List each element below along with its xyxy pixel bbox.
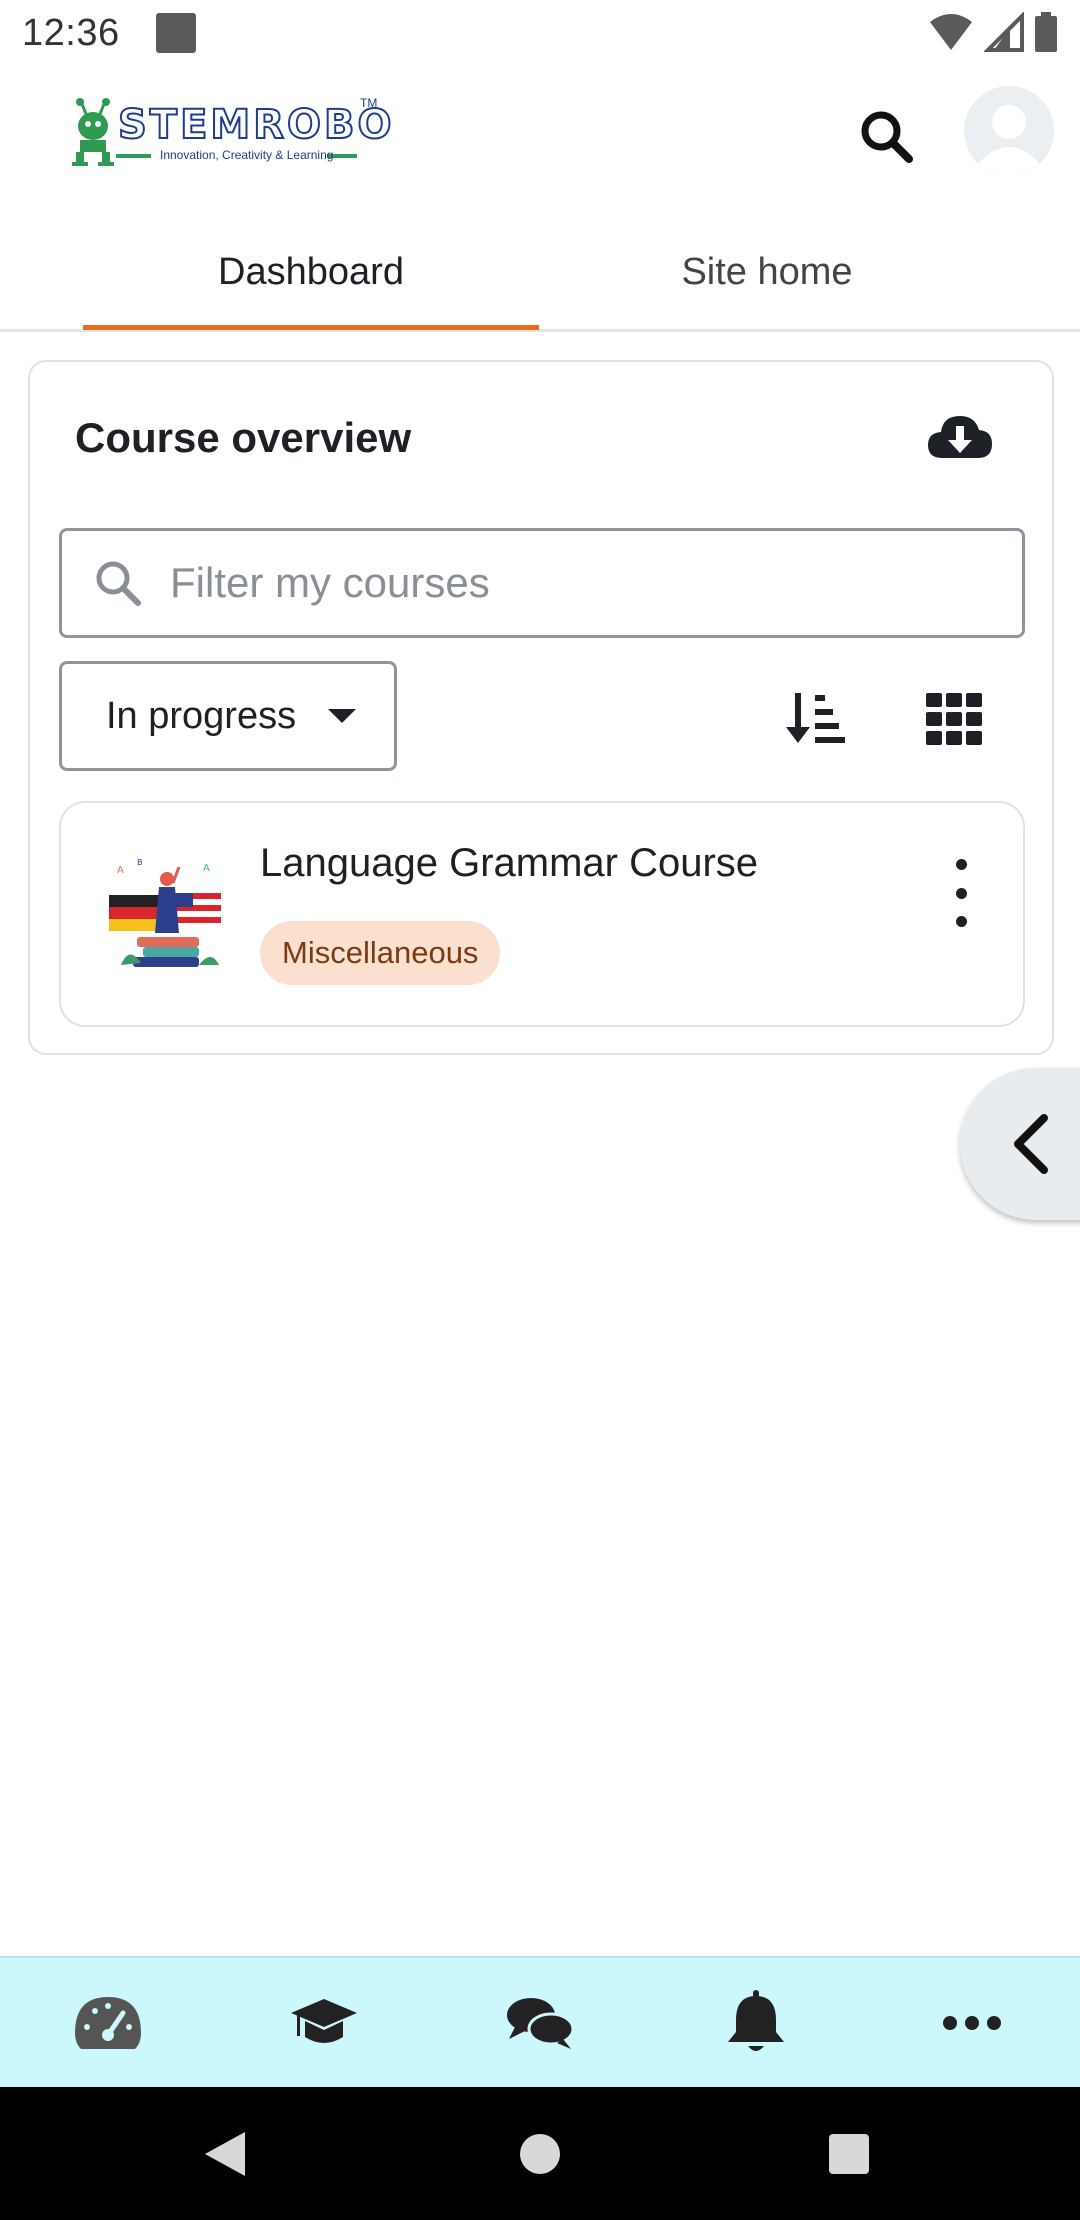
nav-more[interactable] <box>864 1958 1080 2087</box>
course-name[interactable]: Language Grammar Course <box>260 841 758 886</box>
notification-square-icon <box>155 13 196 53</box>
status-icons <box>928 12 1058 52</box>
comments-icon <box>507 1997 575 2049</box>
svg-text:A: A <box>117 865 124 876</box>
tab-site-home[interactable]: Site home <box>539 215 995 329</box>
status-time: 12:36 <box>22 11 120 54</box>
course-status-select[interactable]: In progress <box>59 661 397 771</box>
nav-dashboard[interactable] <box>0 1958 216 2087</box>
home-icon[interactable] <box>520 2134 560 2174</box>
sort-courses-button[interactable] <box>780 684 850 754</box>
bell-icon <box>728 1989 784 2051</box>
nav-messages[interactable] <box>432 1958 648 2087</box>
search-icon <box>861 111 913 163</box>
view-mode-button[interactable] <box>919 684 989 754</box>
course-category-badge: Miscellaneous <box>260 921 501 985</box>
course-options-button[interactable] <box>941 853 981 933</box>
recent-apps-icon[interactable] <box>829 2134 869 2174</box>
course-list-item[interactable]: A A B Language Grammar Course Miscellane… <box>59 801 1025 1027</box>
system-navigation-bar <box>0 2087 1080 2220</box>
sort-amount-icon <box>786 693 845 743</box>
dot <box>955 887 967 899</box>
main-tabs: Dashboard Site home <box>0 215 1080 332</box>
dot <box>955 859 967 870</box>
status-bar: 12:36 <box>0 0 1080 66</box>
app-header: STEMROBO TM Innovation, Creativity & Lea… <box>0 66 1080 196</box>
filter-courses-box[interactable] <box>59 528 1025 638</box>
search-icon <box>90 555 146 611</box>
svg-text:A: A <box>203 863 210 874</box>
chevron-left-icon <box>1014 1114 1048 1174</box>
course-overview-title: Course overview <box>75 414 412 461</box>
logo-text: STEMROBO <box>117 101 395 149</box>
cell-signal-icon <box>984 12 1024 52</box>
stemrobo-logo[interactable]: STEMROBO TM Innovation, Creativity & Lea… <box>72 96 393 176</box>
ellipsis-icon <box>943 2015 1001 2030</box>
course-overview-card: Course overview In progress <box>28 360 1054 1055</box>
cloud-download-icon <box>928 416 992 458</box>
course-image: A A B <box>107 853 227 983</box>
dot <box>955 916 967 927</box>
search-button[interactable] <box>852 102 922 172</box>
user-avatar[interactable] <box>964 86 1054 176</box>
gauge-icon <box>75 1996 141 2049</box>
nav-my-courses[interactable] <box>216 1958 432 2087</box>
svg-text:B: B <box>137 858 143 867</box>
caret-down-icon <box>328 709 357 723</box>
back-icon[interactable] <box>203 2130 247 2178</box>
logo-tagline: Innovation, Creativity & Learning <box>160 148 334 162</box>
wifi-icon <box>930 14 972 50</box>
nav-notifications[interactable] <box>648 1958 864 2087</box>
filter-courses-input[interactable] <box>170 559 990 607</box>
active-tab-indicator <box>83 325 539 330</box>
graduation-cap-icon <box>291 1998 357 2043</box>
tab-dashboard[interactable]: Dashboard <box>83 215 539 329</box>
logo-trademark: TM <box>360 96 378 110</box>
battery-icon <box>1035 12 1057 52</box>
course-status-value: In progress <box>106 694 297 737</box>
user-avatar-icon <box>964 86 1054 176</box>
bottom-navigation <box>0 1956 1080 2087</box>
open-drawer-button[interactable] <box>960 1068 1080 1220</box>
download-courses-button[interactable] <box>920 407 1000 467</box>
grid-view-icon <box>926 693 982 745</box>
